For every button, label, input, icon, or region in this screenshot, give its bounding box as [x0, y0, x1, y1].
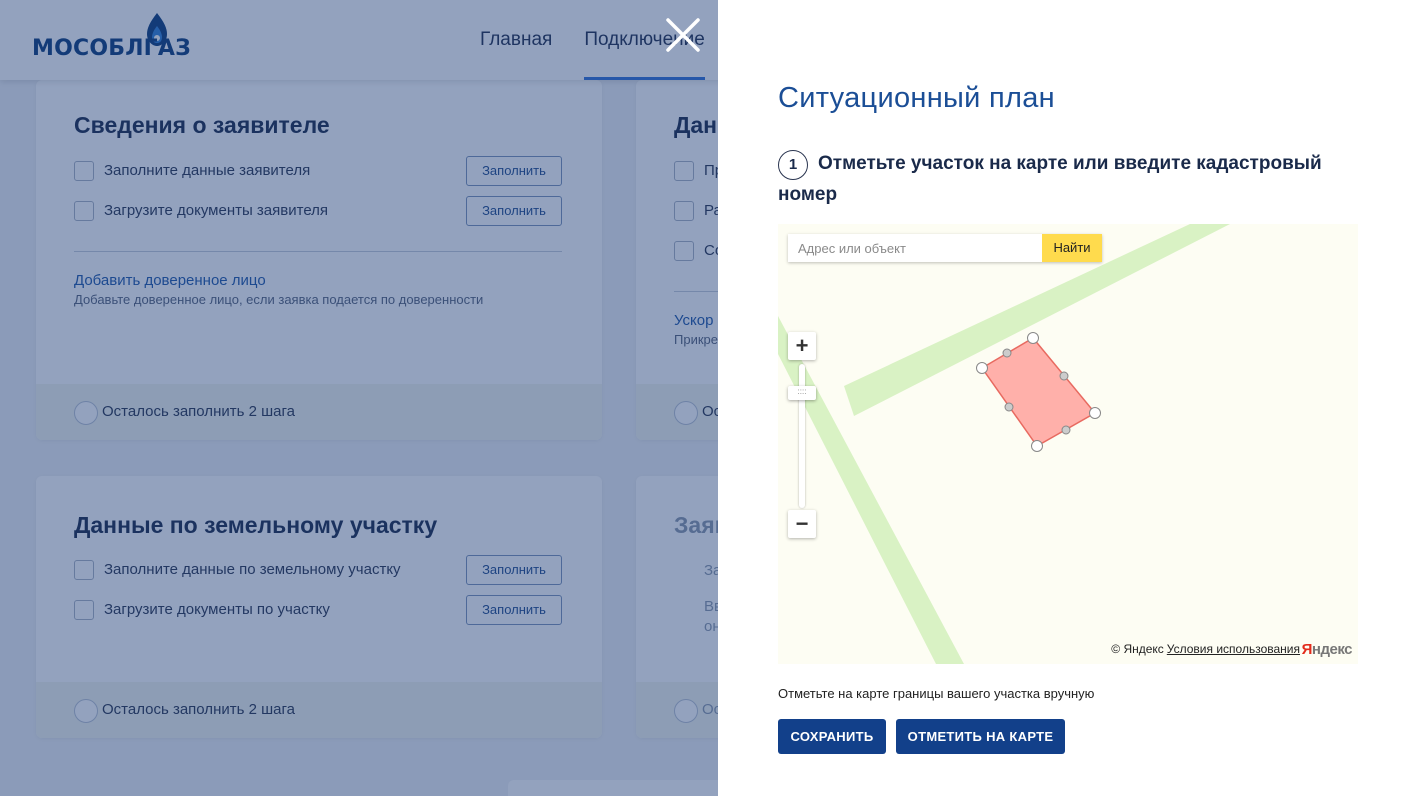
map-copyright: © Яндекс Условия использования	[1111, 642, 1300, 656]
polygon-midpoint	[1059, 371, 1069, 381]
polygon-vertex	[1089, 407, 1101, 419]
polygon-midpoint	[1004, 402, 1014, 412]
yandex-logo-first-letter: Я	[1301, 641, 1313, 658]
zoom-in-button[interactable]: +	[788, 332, 816, 360]
polygon-vertex	[976, 362, 988, 374]
polygon-vertex	[1031, 440, 1043, 452]
zoom-slider-handle[interactable]: ::::	[788, 386, 816, 400]
copyright-text: © Яндекс	[1111, 642, 1164, 656]
yandex-map[interactable]: Найти + :::: − © ЯндексУсловия использов…	[778, 224, 1358, 664]
step-number-badge: 1	[778, 150, 808, 180]
yandex-logo[interactable]: Яндекс	[1301, 641, 1353, 658]
find-button[interactable]: Найти	[1042, 234, 1102, 262]
land-plot-polygon	[980, 337, 1097, 447]
polygon-midpoint	[1002, 348, 1012, 358]
yandex-logo-rest: ндекс	[1311, 641, 1353, 658]
manual-mark-hint: Отметьте на карте границы вашего участка…	[778, 686, 1095, 701]
map-search: Найти	[788, 234, 1102, 262]
zoom-out-button[interactable]: −	[788, 510, 816, 538]
map-canvas[interactable]	[778, 224, 1358, 664]
address-search-input[interactable]	[788, 234, 1042, 262]
step-instruction: Отметьте участок на карте или введите ка…	[778, 153, 1322, 205]
polygon-midpoint	[1061, 425, 1071, 435]
polygon-vertex	[1027, 332, 1039, 344]
drawer-title: Ситуационный план	[778, 82, 1055, 114]
mark-on-map-button[interactable]: ОТМЕТИТЬ НА КАРТЕ	[896, 719, 1065, 754]
save-button[interactable]: СОХРАНИТЬ	[778, 719, 886, 754]
close-icon[interactable]	[664, 16, 702, 54]
situation-plan-drawer: Ситуационный план Отметьте участок на ка…	[718, 0, 1418, 796]
terms-of-use-link[interactable]: Условия использования	[1167, 642, 1300, 656]
